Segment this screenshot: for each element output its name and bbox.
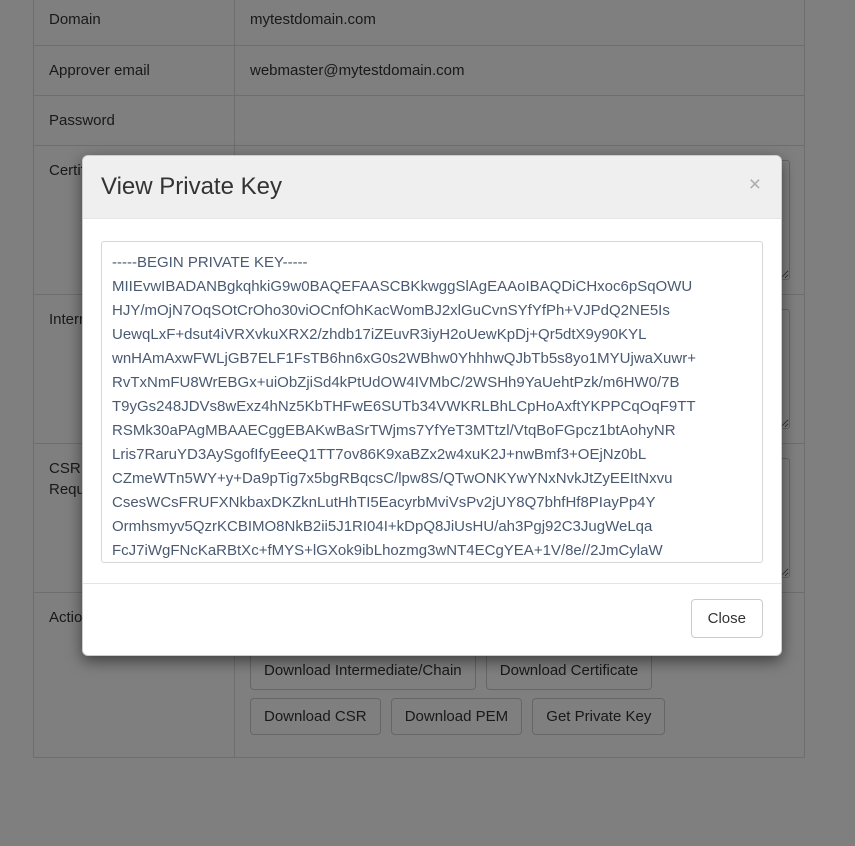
view-private-key-modal: View Private Key × Close <box>82 155 782 657</box>
close-button[interactable]: Close <box>690 598 763 639</box>
close-icon[interactable]: × <box>745 172 765 197</box>
modal-footer: Close <box>83 582 781 656</box>
private-key-textarea[interactable] <box>101 240 763 563</box>
modal-body <box>83 218 781 583</box>
modal-title: View Private Key <box>101 173 282 200</box>
modal-header: View Private Key × <box>83 156 781 219</box>
